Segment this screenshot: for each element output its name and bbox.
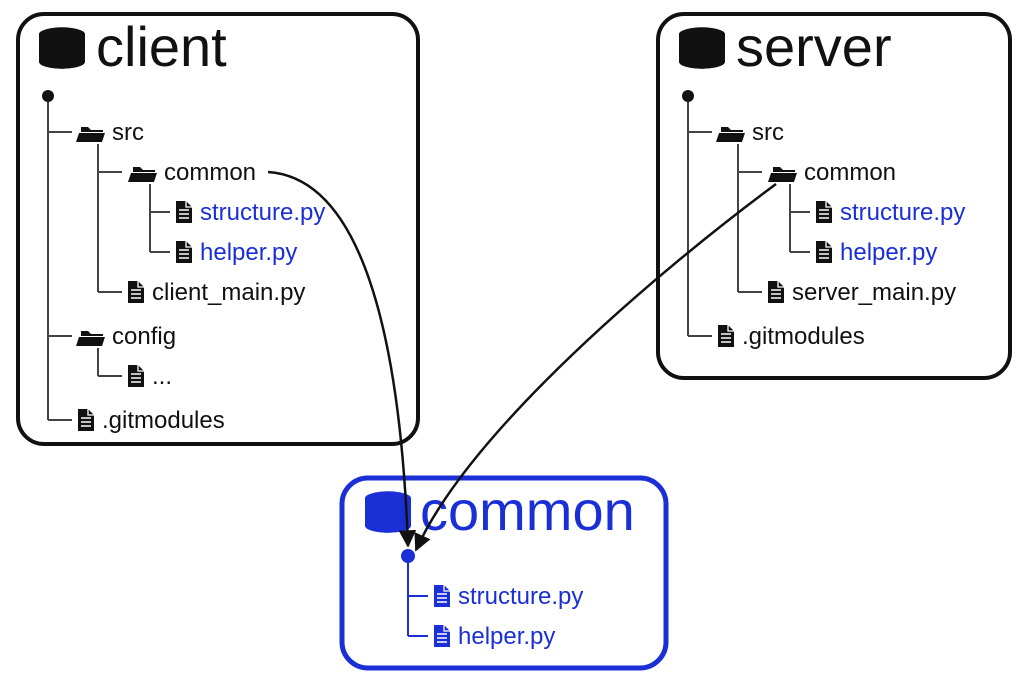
- svg-text:structure.py: structure.py: [200, 199, 325, 226]
- svg-text:helper.py: helper.py: [200, 239, 297, 266]
- svg-text:helper.py: helper.py: [458, 623, 555, 650]
- svg-text:structure.py: structure.py: [840, 199, 965, 226]
- folder-src: src: [76, 119, 144, 146]
- file-icon: [128, 365, 144, 387]
- arrow-client-to-common: [268, 172, 408, 546]
- file-icon: [78, 409, 94, 431]
- svg-text:.gitmodules: .gitmodules: [742, 323, 865, 350]
- svg-text:config: config: [112, 323, 176, 350]
- file-structure-py: structure.py: [434, 583, 583, 610]
- file-helper-py: helper.py: [816, 239, 937, 266]
- database-icon: [365, 491, 411, 532]
- svg-text:common: common: [164, 159, 256, 186]
- folder-icon: [128, 167, 157, 182]
- svg-text:server_main.py: server_main.py: [792, 279, 956, 306]
- repo-server-title: server: [736, 15, 892, 78]
- file-structure-py: structure.py: [176, 199, 325, 226]
- file-icon: [176, 241, 192, 263]
- file-icon: [768, 281, 784, 303]
- svg-text:common: common: [804, 159, 896, 186]
- file-gitmodules: .gitmodules: [78, 407, 225, 434]
- file-client-main-py: client_main.py: [128, 279, 305, 306]
- svg-text:...: ...: [152, 363, 172, 390]
- svg-text:structure.py: structure.py: [458, 583, 583, 610]
- folder-icon: [716, 127, 745, 142]
- database-icon: [679, 27, 725, 68]
- folder-common: common: [768, 159, 896, 186]
- tree-root-dot: [682, 90, 694, 102]
- svg-text:src: src: [752, 119, 784, 146]
- file-icon: [718, 325, 734, 347]
- repo-server: server src common: [658, 14, 1010, 378]
- file-gitmodules: .gitmodules: [718, 323, 865, 350]
- file-icon: [434, 585, 450, 607]
- repo-client: client src: [18, 14, 418, 444]
- folder-src: src: [716, 119, 784, 146]
- file-icon: [816, 201, 832, 223]
- svg-text:src: src: [112, 119, 144, 146]
- file-icon: [128, 281, 144, 303]
- folder-icon: [76, 331, 105, 346]
- folder-config: config: [76, 323, 176, 350]
- file-server-main-py: server_main.py: [768, 279, 956, 306]
- svg-text:helper.py: helper.py: [840, 239, 937, 266]
- file-icon: [434, 625, 450, 647]
- database-icon: [39, 27, 85, 68]
- folder-icon: [768, 167, 797, 182]
- file-helper-py: helper.py: [176, 239, 297, 266]
- file-config-ellipsis: ...: [128, 363, 172, 390]
- svg-text:client_main.py: client_main.py: [152, 279, 305, 306]
- file-icon: [816, 241, 832, 263]
- svg-text:.gitmodules: .gitmodules: [102, 407, 225, 434]
- tree-root-dot: [42, 90, 54, 102]
- tree-lines: [408, 562, 428, 636]
- folder-common: common: [128, 159, 256, 186]
- repo-common: common structure.py helper.py: [342, 478, 666, 668]
- tree-root-dot: [401, 549, 415, 563]
- file-icon: [176, 201, 192, 223]
- folder-icon: [76, 127, 105, 142]
- repo-client-title: client: [96, 15, 227, 78]
- file-helper-py: helper.py: [434, 623, 555, 650]
- file-structure-py: structure.py: [816, 199, 965, 226]
